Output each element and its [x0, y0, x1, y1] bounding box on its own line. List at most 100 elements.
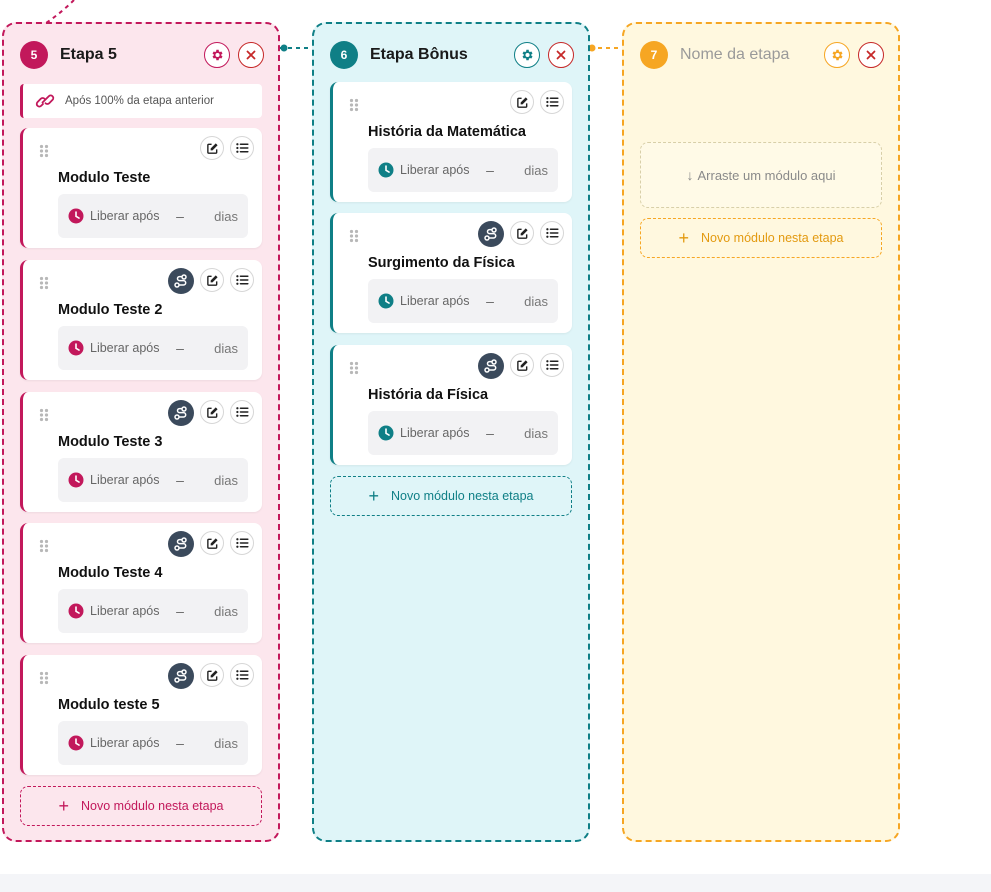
- module-card[interactable]: Modulo Teste 4 Liberar após – dias: [20, 523, 262, 643]
- edit-module-button[interactable]: [200, 531, 224, 555]
- module-card[interactable]: Surgimento da Física Liberar após – dias: [330, 213, 572, 333]
- route-icon: [173, 405, 189, 421]
- release-label: Liberar após: [90, 736, 160, 750]
- module-contents-button[interactable]: [230, 531, 254, 555]
- stage-column-5: 5 Etapa 5 Após 100% da etapa anterior Mo…: [2, 22, 280, 842]
- module-actions: [168, 268, 254, 294]
- clock-icon: [68, 208, 84, 224]
- stage-title[interactable]: Etapa Bônus: [370, 46, 506, 64]
- route-icon: [173, 668, 189, 684]
- module-path-button[interactable]: [168, 663, 194, 689]
- stage-header: 5 Etapa 5: [20, 40, 264, 70]
- release-days-value[interactable]: –: [160, 472, 200, 488]
- release-days-value[interactable]: –: [160, 208, 200, 224]
- stage-settings-button[interactable]: [514, 42, 540, 68]
- release-days-value[interactable]: –: [470, 162, 510, 178]
- module-path-button[interactable]: [478, 221, 504, 247]
- release-days-value[interactable]: –: [160, 735, 200, 751]
- module-path-button[interactable]: [168, 531, 194, 557]
- release-setting[interactable]: Liberar após – dias: [368, 411, 558, 455]
- module-actions: [478, 221, 564, 247]
- release-days-unit: dias: [214, 340, 238, 356]
- stage-prerequisite[interactable]: Após 100% da etapa anterior: [20, 84, 262, 118]
- release-setting[interactable]: Liberar após – dias: [58, 194, 248, 238]
- drag-handle-icon[interactable]: [39, 539, 49, 553]
- release-days-unit: dias: [214, 603, 238, 619]
- module-title: Modulo Teste 2: [58, 302, 163, 318]
- stage-settings-button[interactable]: [824, 42, 850, 68]
- release-days-value[interactable]: –: [470, 425, 510, 441]
- stage-remove-button[interactable]: [548, 42, 574, 68]
- module-contents-button[interactable]: [540, 353, 564, 377]
- module-card[interactable]: Modulo teste 5 Liberar após – dias: [20, 655, 262, 775]
- route-icon: [483, 358, 499, 374]
- module-drop-zone[interactable]: ↓ Arraste um módulo aqui: [640, 142, 882, 208]
- release-days-value[interactable]: –: [160, 603, 200, 619]
- module-actions: [478, 353, 564, 379]
- release-setting[interactable]: Liberar após – dias: [368, 148, 558, 192]
- module-actions: [168, 663, 254, 689]
- release-setting[interactable]: Liberar após – dias: [58, 458, 248, 502]
- module-contents-button[interactable]: [540, 221, 564, 245]
- module-card[interactable]: Modulo Teste 2 Liberar após – dias: [20, 260, 262, 380]
- release-days-value[interactable]: –: [470, 293, 510, 309]
- module-title: Modulo Teste: [58, 170, 151, 186]
- release-setting[interactable]: Liberar após – dias: [368, 279, 558, 323]
- release-setting[interactable]: Liberar após – dias: [58, 326, 248, 370]
- drag-handle-icon[interactable]: [39, 408, 49, 422]
- stage-remove-button[interactable]: [858, 42, 884, 68]
- module-actions: [168, 400, 254, 426]
- module-path-button[interactable]: [478, 353, 504, 379]
- module-contents-button[interactable]: [230, 663, 254, 687]
- module-title: História da Matemática: [368, 124, 526, 140]
- drag-handle-icon[interactable]: [349, 361, 359, 375]
- module-card[interactable]: Modulo Teste 3 Liberar após – dias: [20, 392, 262, 512]
- edit-module-button[interactable]: [510, 90, 534, 114]
- module-actions: [200, 136, 254, 160]
- link-icon: [35, 94, 55, 108]
- close-icon: [555, 49, 567, 61]
- module-contents-button[interactable]: [230, 268, 254, 292]
- new-module-button[interactable]: + Novo módulo nesta etapa: [20, 786, 262, 826]
- module-contents-button[interactable]: [540, 90, 564, 114]
- module-contents-button[interactable]: [230, 400, 254, 424]
- page-footer-strip: [0, 874, 991, 892]
- module-path-button[interactable]: [168, 268, 194, 294]
- release-label: Liberar após: [90, 604, 160, 618]
- module-card[interactable]: História da Matemática Liberar após – di…: [330, 82, 572, 202]
- release-setting[interactable]: Liberar após – dias: [58, 589, 248, 633]
- stage-remove-button[interactable]: [238, 42, 264, 68]
- module-card[interactable]: Modulo Teste Liberar após – dias: [20, 128, 262, 248]
- stage-header: 6 Etapa Bônus: [330, 40, 574, 70]
- edit-module-button[interactable]: [510, 221, 534, 245]
- edit-module-button[interactable]: [200, 663, 224, 687]
- module-path-button[interactable]: [168, 400, 194, 426]
- edit-icon: [206, 406, 219, 419]
- new-module-button[interactable]: + Novo módulo nesta etapa: [330, 476, 572, 516]
- drag-handle-icon[interactable]: [349, 98, 359, 112]
- edit-icon: [206, 669, 219, 682]
- module-contents-button[interactable]: [230, 136, 254, 160]
- release-days-value[interactable]: –: [160, 340, 200, 356]
- release-label: Liberar após: [400, 294, 470, 308]
- stage-settings-button[interactable]: [204, 42, 230, 68]
- drag-handle-icon[interactable]: [349, 229, 359, 243]
- module-actions: [510, 90, 564, 114]
- plus-icon: +: [368, 486, 380, 506]
- edit-module-button[interactable]: [200, 136, 224, 160]
- stage-title[interactable]: Etapa 5: [60, 46, 196, 64]
- module-card[interactable]: História da Física Liberar após – dias: [330, 345, 572, 465]
- stage-title[interactable]: Nome da etapa: [680, 46, 816, 64]
- release-label: Liberar após: [90, 341, 160, 355]
- edit-module-button[interactable]: [510, 353, 534, 377]
- edit-module-button[interactable]: [200, 400, 224, 424]
- drag-handle-icon[interactable]: [39, 144, 49, 158]
- plus-icon: +: [678, 228, 690, 248]
- clock-icon: [68, 340, 84, 356]
- edit-module-button[interactable]: [200, 268, 224, 292]
- release-setting[interactable]: Liberar após – dias: [58, 721, 248, 765]
- new-module-button[interactable]: + Novo módulo nesta etapa: [640, 218, 882, 258]
- drag-handle-icon[interactable]: [39, 671, 49, 685]
- list-icon: [545, 96, 559, 108]
- drag-handle-icon[interactable]: [39, 276, 49, 290]
